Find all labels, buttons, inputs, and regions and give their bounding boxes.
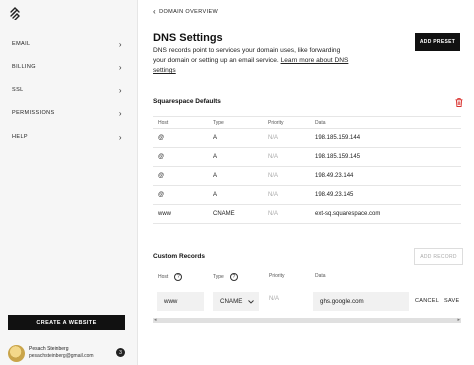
sidebar-item-permissions[interactable]: PERMISSIONS › — [12, 106, 122, 120]
column-header-priority: Priority — [269, 273, 285, 279]
sidebar-item-label: PERMISSIONS — [12, 110, 55, 116]
record-type: CNAME — [213, 211, 235, 217]
record-type: A — [213, 135, 218, 141]
column-header-type: Type — [213, 119, 224, 126]
custom-column-type: Type ? — [213, 273, 238, 281]
save-button[interactable]: SAVE — [444, 298, 459, 304]
record-type: A — [213, 173, 218, 179]
avatar — [8, 344, 25, 362]
table-row: www CNAME N/A ext-sq.squarespace.com — [153, 205, 461, 224]
squarespace-logo-icon[interactable] — [8, 6, 22, 20]
sidebar-item-label: HELP — [12, 134, 28, 140]
horizontal-scrollbar[interactable]: ◂ ▸ — [153, 317, 461, 323]
record-host: www — [158, 211, 171, 217]
type-select[interactable]: CNAME — [213, 292, 259, 311]
user-account[interactable]: Pesach Steinberg pesachsteinberg@gmail.c… — [8, 343, 130, 363]
table-row: @ A N/A 198.49.23.145 — [153, 186, 461, 205]
priority-value: N/A — [269, 296, 280, 302]
sidebar-item-label: EMAIL — [12, 41, 31, 47]
record-data: 198.185.159.145 — [315, 154, 361, 160]
page-description: DNS records point to services your domai… — [153, 46, 353, 76]
main-panel: ‹ DOMAIN OVERVIEW DNS Settings ADD PRESE… — [138, 0, 474, 365]
sidebar-item-ssl[interactable]: SSL › — [12, 83, 122, 97]
chevron-right-icon: › — [118, 39, 122, 49]
table-row: @ A N/A 198.49.23.144 — [153, 167, 461, 186]
scroll-right-icon[interactable]: ▸ — [457, 317, 460, 323]
chevron-left-icon: ‹ — [153, 7, 157, 16]
column-header-priority: Priority — [268, 119, 284, 126]
help-icon[interactable]: ? — [174, 273, 183, 281]
help-icon[interactable]: ? — [229, 273, 238, 281]
record-type: A — [213, 154, 218, 160]
table-row: @ A N/A 198.185.159.144 — [153, 129, 461, 148]
record-host: @ — [158, 173, 165, 179]
chevron-right-icon: › — [118, 62, 122, 72]
custom-column-data: Data — [315, 273, 326, 279]
record-host: @ — [158, 192, 165, 198]
breadcrumb-label: DOMAIN OVERVIEW — [159, 8, 219, 15]
create-website-button[interactable]: CREATE A WEBSITE — [8, 315, 125, 330]
user-email: pesachsteinberg@gmail.com — [29, 353, 94, 359]
chevron-right-icon: › — [118, 132, 122, 142]
sidebar-item-help[interactable]: HELP › — [12, 130, 122, 144]
record-data: 198.49.23.145 — [315, 192, 354, 198]
trash-icon[interactable] — [455, 98, 463, 107]
scroll-left-icon[interactable]: ◂ — [154, 317, 157, 323]
add-preset-button[interactable]: ADD PRESET — [415, 33, 460, 51]
record-priority: N/A — [268, 173, 279, 179]
sidebar-item-email[interactable]: EMAIL › — [12, 37, 122, 51]
custom-column-host: Host ? — [158, 273, 183, 281]
page-title: DNS Settings — [153, 32, 223, 44]
defaults-table: Host Type Priority Data @ A N/A 198.185.… — [153, 116, 461, 224]
record-data: ext-sq.squarespace.com — [315, 211, 381, 217]
record-priority: N/A — [268, 211, 279, 217]
data-input[interactable]: ghs.google.com — [313, 292, 409, 311]
custom-section-title: Custom Records — [153, 253, 206, 260]
user-name: Pesach Steinberg — [29, 346, 69, 352]
add-record-button[interactable]: ADD RECORD — [414, 248, 463, 265]
type-select-value: CNAME — [220, 298, 243, 305]
table-header: Host Type Priority Data — [153, 116, 461, 129]
cancel-button[interactable]: CANCEL — [415, 298, 439, 304]
sidebar-item-label: BILLING — [12, 64, 36, 70]
host-input[interactable]: www — [157, 292, 204, 311]
column-header-type: Type — [213, 274, 224, 280]
record-data: 198.49.23.144 — [315, 173, 354, 179]
column-header-data: Data — [315, 119, 326, 126]
chevron-right-icon: › — [118, 108, 122, 118]
sidebar-item-label: SSL — [12, 87, 24, 93]
record-priority: N/A — [268, 154, 279, 160]
chevron-down-icon — [248, 299, 254, 304]
column-header-host: Host — [158, 274, 169, 280]
table-row: @ A N/A 198.185.159.145 — [153, 148, 461, 167]
record-type: A — [213, 192, 218, 198]
sidebar-item-billing[interactable]: BILLING › — [12, 60, 122, 74]
column-header-host: Host — [158, 119, 169, 126]
notification-badge[interactable]: 3 — [116, 348, 125, 357]
defaults-section-title: Squarespace Defaults — [153, 98, 221, 105]
record-data: 198.185.159.144 — [315, 135, 361, 141]
record-priority: N/A — [268, 192, 279, 198]
record-host: @ — [158, 135, 165, 141]
chevron-right-icon: › — [118, 85, 122, 95]
record-host: @ — [158, 154, 165, 160]
sidebar: EMAIL › BILLING › SSL › PERMISSIONS › HE… — [0, 0, 138, 365]
scrollbar-thumb[interactable] — [153, 318, 461, 323]
column-header-data: Data — [315, 273, 326, 279]
custom-column-priority: Priority — [269, 273, 285, 279]
record-priority: N/A — [268, 135, 279, 141]
breadcrumb[interactable]: ‹ DOMAIN OVERVIEW — [153, 7, 218, 16]
